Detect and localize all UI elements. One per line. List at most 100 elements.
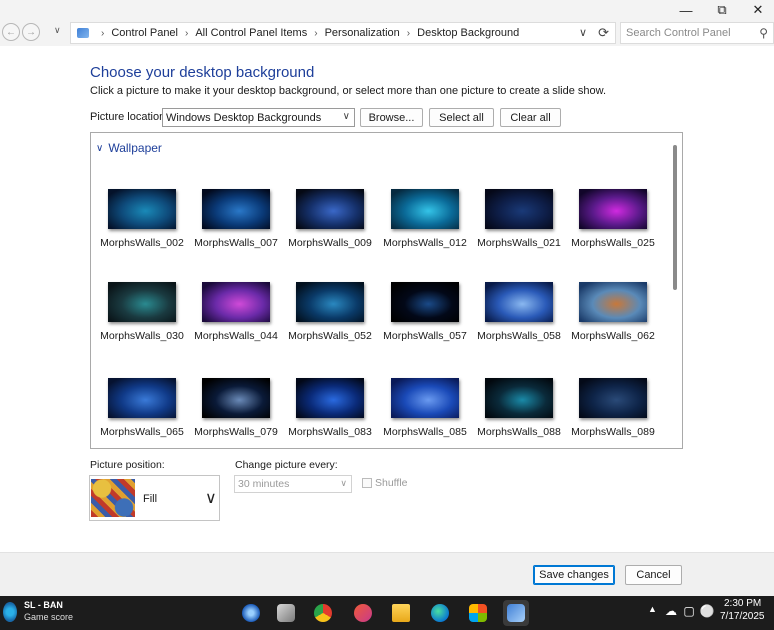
recent-locations-chevron-icon[interactable]: ∨ <box>54 25 61 36</box>
control-panel-icon <box>77 28 89 38</box>
wallpaper-tile[interactable]: MorphsWalls_025 <box>562 189 655 259</box>
taskbar: SL - BAN Game score ▲ ☁ ▢ ⚪ 2:30 PM 7/17… <box>0 596 774 630</box>
microsoft-store-icon[interactable] <box>465 600 491 626</box>
wallpaper-thumbnail[interactable] <box>296 189 364 229</box>
position-preview-image <box>91 479 135 517</box>
forward-arrow-icon[interactable]: → <box>22 23 40 41</box>
wallpaper-thumbnail[interactable] <box>391 189 459 229</box>
clock-date[interactable]: 7/17/2025 <box>720 611 765 622</box>
wallpaper-tile[interactable]: MorphsWalls_012 <box>374 189 467 259</box>
wallpaper-name: MorphsWalls_085 <box>383 426 467 438</box>
edge-icon[interactable] <box>427 600 453 626</box>
wallpaper-thumbnail[interactable] <box>485 189 553 229</box>
dialog-footer: Save changes Cancel <box>0 552 774 596</box>
wallpaper-tile[interactable]: MorphsWalls_058 <box>468 282 561 352</box>
scrollbar-thumb[interactable] <box>673 145 677 290</box>
wallpaper-name: MorphsWalls_012 <box>383 237 467 249</box>
wallpaper-name: MorphsWalls_079 <box>194 426 278 438</box>
breadcrumb-control-panel[interactable]: Control Panel <box>111 27 178 39</box>
wallpaper-thumbnail[interactable] <box>485 378 553 418</box>
wallpaper-group-header[interactable]: ∨ Wallpaper <box>96 141 162 155</box>
clock-time[interactable]: 2:30 PM <box>724 598 761 609</box>
wallpaper-name: MorphsWalls_052 <box>288 330 372 342</box>
snipping-tool-icon[interactable] <box>350 600 376 626</box>
network-icon[interactable]: ⚪ <box>700 604 715 618</box>
search-input[interactable] <box>626 27 756 39</box>
wallpaper-thumbnail[interactable] <box>485 282 553 322</box>
wallpaper-tile[interactable]: MorphsWalls_044 <box>185 282 278 352</box>
game-score-title[interactable]: SL - BAN <box>24 600 63 610</box>
copilot-icon[interactable] <box>238 600 264 626</box>
search-icon[interactable]: ⚲ <box>759 26 768 40</box>
search-box[interactable]: ⚲ <box>620 22 774 44</box>
picture-location-select[interactable]: Windows Desktop Backgrounds ∨ <box>162 108 355 127</box>
shuffle-checkbox[interactable]: Shuffle <box>362 477 408 489</box>
chrome-icon[interactable] <box>310 600 336 626</box>
wallpaper-thumbnail[interactable] <box>391 282 459 322</box>
wallpaper-name: MorphsWalls_021 <box>477 237 561 249</box>
chevron-up-icon[interactable]: ▲ <box>648 604 657 614</box>
wallpaper-tile[interactable]: MorphsWalls_089 <box>562 378 655 448</box>
wallpaper-thumbnail[interactable] <box>202 282 270 322</box>
control-panel-taskbar-icon[interactable] <box>503 600 529 626</box>
cricket-score-icon[interactable] <box>3 602 17 622</box>
wallpaper-thumbnail[interactable] <box>108 378 176 418</box>
wallpaper-thumbnail[interactable] <box>202 378 270 418</box>
wallpaper-thumbnail[interactable] <box>202 189 270 229</box>
close-button[interactable]: ✕ <box>740 0 774 20</box>
change-picture-select[interactable]: 30 minutes ∨ <box>234 475 352 493</box>
wallpaper-tile[interactable]: MorphsWalls_065 <box>91 378 184 448</box>
wallpaper-thumbnail[interactable] <box>579 378 647 418</box>
save-changes-button[interactable]: Save changes <box>533 565 615 585</box>
wallpaper-tile[interactable]: MorphsWalls_062 <box>562 282 655 352</box>
refresh-icon[interactable]: ⟳ <box>598 25 609 41</box>
wallpaper-name: MorphsWalls_044 <box>194 330 278 342</box>
cancel-button[interactable]: Cancel <box>625 565 682 585</box>
wallpaper-thumbnail[interactable] <box>296 282 364 322</box>
back-arrow-icon[interactable]: ← <box>2 23 20 41</box>
checkbox-box[interactable] <box>362 478 372 488</box>
wallpaper-name: MorphsWalls_009 <box>288 237 372 249</box>
chevron-down-icon: ∨ <box>340 478 347 488</box>
picture-location-label: Picture location: <box>90 111 169 123</box>
wallpaper-tile[interactable]: MorphsWalls_009 <box>279 189 372 259</box>
wallpaper-tile[interactable]: MorphsWalls_021 <box>468 189 561 259</box>
wallpaper-thumbnail[interactable] <box>579 282 647 322</box>
wallpaper-thumbnail[interactable] <box>108 282 176 322</box>
breadcrumb-separator-icon[interactable]: › <box>185 28 188 39</box>
wallpaper-tile[interactable]: MorphsWalls_030 <box>91 282 184 352</box>
wallpaper-tile[interactable]: MorphsWalls_052 <box>279 282 372 352</box>
breadcrumb-all-items[interactable]: All Control Panel Items <box>195 27 307 39</box>
wallpaper-tile[interactable]: MorphsWalls_083 <box>279 378 372 448</box>
file-explorer-icon[interactable] <box>388 600 414 626</box>
breadcrumb-desktop-background[interactable]: Desktop Background <box>417 27 519 39</box>
restore-button[interactable]: ⧉ <box>704 0 740 20</box>
wallpaper-tile[interactable]: MorphsWalls_079 <box>185 378 278 448</box>
wallpaper-thumbnail[interactable] <box>296 378 364 418</box>
wallpaper-tile[interactable]: MorphsWalls_002 <box>91 189 184 259</box>
wallpaper-thumbnail[interactable] <box>391 378 459 418</box>
wallpaper-name: MorphsWalls_065 <box>100 426 184 438</box>
wallpaper-tile[interactable]: MorphsWalls_088 <box>468 378 561 448</box>
wallpaper-thumbnail[interactable] <box>579 189 647 229</box>
wallpaper-tile[interactable]: MorphsWalls_057 <box>374 282 467 352</box>
wallpaper-tile[interactable]: MorphsWalls_007 <box>185 189 278 259</box>
browse-button[interactable]: Browse... <box>360 108 423 127</box>
breadcrumb-separator-icon[interactable]: › <box>314 28 317 39</box>
display-icon[interactable]: ▢ <box>682 604 696 618</box>
breadcrumb-personalization[interactable]: Personalization <box>325 27 400 39</box>
task-view-icon[interactable] <box>273 600 299 626</box>
breadcrumb-separator-icon[interactable]: › <box>407 28 410 39</box>
wallpaper-tile[interactable]: MorphsWalls_085 <box>374 378 467 448</box>
onedrive-icon[interactable]: ☁ <box>664 604 678 618</box>
picture-list[interactable]: ∨ Wallpaper MorphsWalls_002 MorphsWalls_0… <box>90 132 683 449</box>
address-bar[interactable]: › Control Panel › All Control Panel Item… <box>70 22 616 44</box>
wallpaper-name: MorphsWalls_002 <box>100 237 184 249</box>
minimize-button[interactable]: — <box>668 0 704 20</box>
wallpaper-thumbnail[interactable] <box>108 189 176 229</box>
clear-all-button[interactable]: Clear all <box>500 108 561 127</box>
select-all-button[interactable]: Select all <box>429 108 494 127</box>
address-dropdown-icon[interactable]: ∨ <box>579 26 587 39</box>
breadcrumb-separator-icon[interactable]: › <box>101 28 104 39</box>
picture-position-select[interactable]: Fill ∨ <box>89 475 220 521</box>
